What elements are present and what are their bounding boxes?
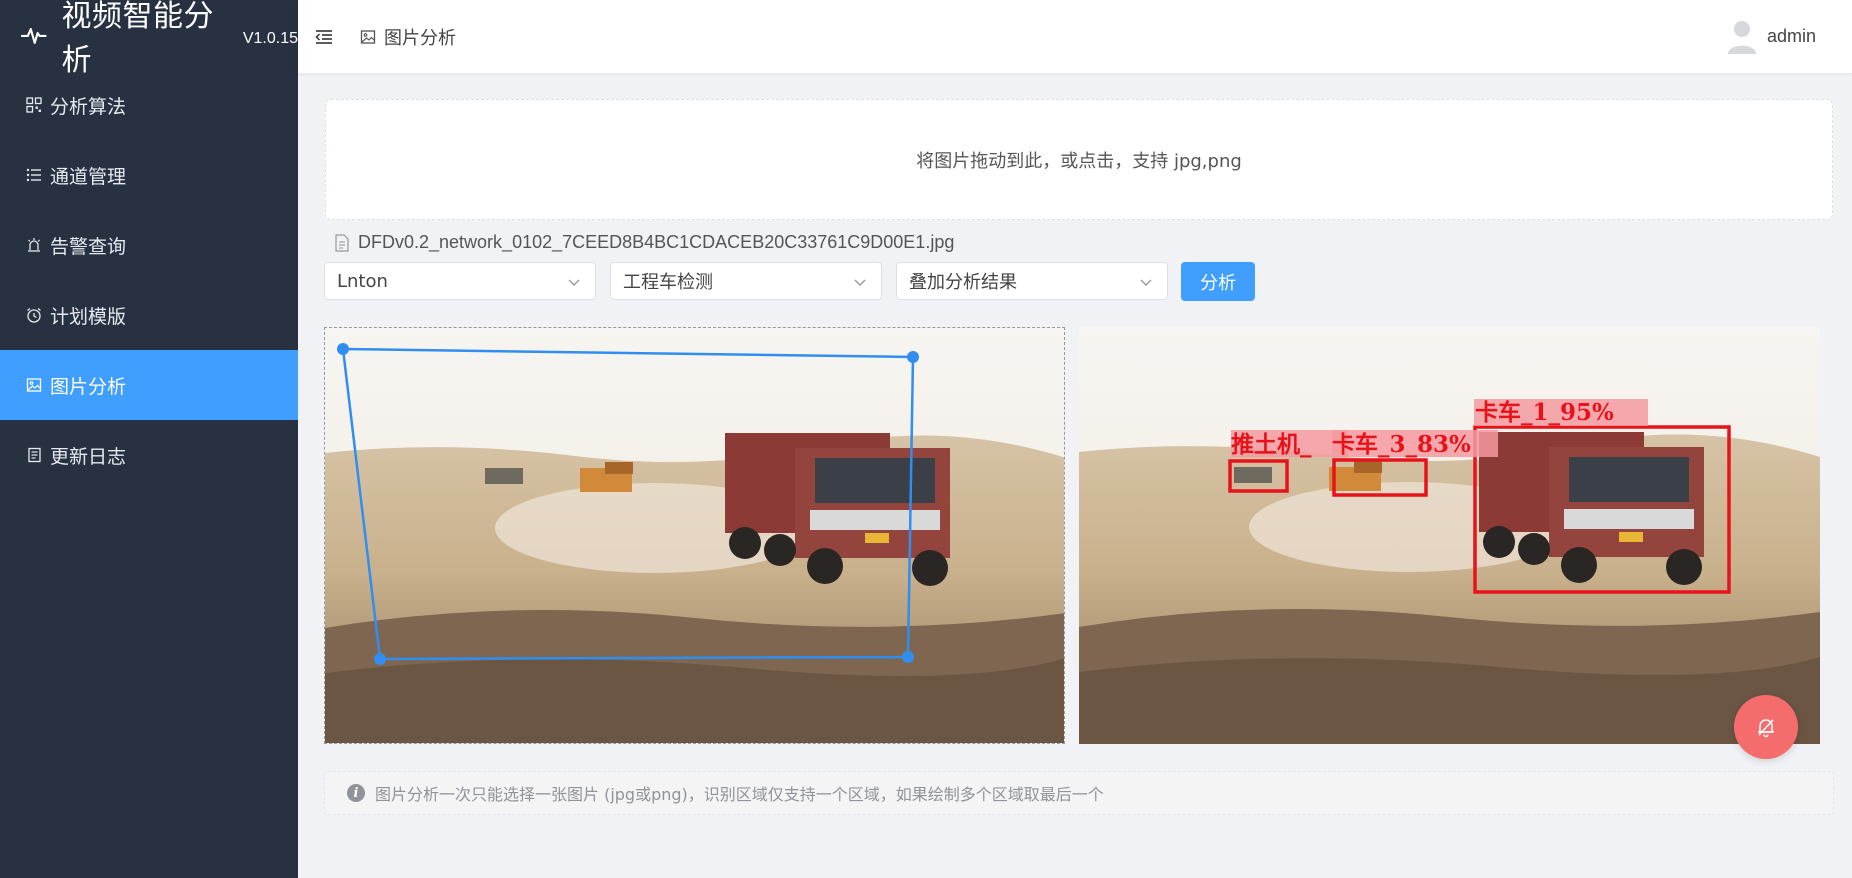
file-icon <box>335 233 349 252</box>
select-value: 叠加分析结果 <box>909 272 1017 293</box>
sidebar-item-algorithms[interactable]: 分析算法 <box>0 70 298 140</box>
info-tip: i 图片分析一次只能选择一张图片 (jpg或png)，识别区域仅支持一个区域，如… <box>324 771 1834 815</box>
sidebar-item-label: 通道管理 <box>50 165 127 188</box>
sidebar-item-image-analysis[interactable]: 图片分析 <box>0 350 298 420</box>
picture-icon <box>26 377 42 393</box>
sidebar-item-channels[interactable]: 通道管理 <box>0 140 298 210</box>
construction-site-photo <box>325 328 1064 743</box>
app-title: 视频智能分析 <box>61 0 214 78</box>
sidebar-item-alarms[interactable]: 告警查询 <box>0 210 298 280</box>
select-value: Lnton <box>337 270 388 292</box>
source-image-panel[interactable] <box>324 327 1065 744</box>
app-version: V1.0.15 <box>242 30 298 47</box>
pulse-icon <box>20 28 47 44</box>
user-menu[interactable]: admin <box>1725 18 1816 54</box>
bell-off-icon <box>1758 719 1774 738</box>
sidebar-item-label: 计划模版 <box>50 305 127 328</box>
file-name: DFDv0.2_network_0102_7CEED8B4BC1CDACEB20… <box>358 232 955 252</box>
sidebar-item-label: 分析算法 <box>50 95 127 118</box>
chevron-down-icon <box>1140 279 1152 286</box>
detection-label: 卡车_3_83% <box>1332 431 1471 458</box>
info-icon: i <box>347 784 365 802</box>
chevron-down-icon <box>854 279 866 286</box>
sidebar-item-label: 告警查询 <box>50 235 127 258</box>
sidebar-item-label: 图片分析 <box>50 375 127 398</box>
result-image-panel: 推土机_ 卡车_3_83% 卡车_1_95% <box>1079 327 1820 744</box>
analyze-button[interactable]: 分析 <box>1181 262 1255 301</box>
notification-float-button[interactable] <box>1734 695 1798 759</box>
breadcrumb: 图片分析 <box>360 24 456 50</box>
document-icon <box>26 447 42 463</box>
tip-text: 图片分析一次只能选择一张图片 (jpg或png)，识别区域仅支持一个区域，如果绘… <box>375 785 1104 804</box>
chevron-down-icon <box>568 279 580 286</box>
upload-hint: 将图片拖动到此，或点击，支持 jpg,png <box>916 150 1242 172</box>
detection-label: 推土机_ <box>1231 431 1312 458</box>
overlay-mode-select[interactable]: 叠加分析结果 <box>896 262 1168 300</box>
channel-select[interactable]: Lnton <box>324 262 596 300</box>
select-value: 工程车检测 <box>623 272 713 293</box>
sidebar-item-schedules[interactable]: 计划模版 <box>0 280 298 350</box>
algorithm-select[interactable]: 工程车检测 <box>610 262 882 300</box>
top-header: 图片分析 admin <box>298 0 1852 73</box>
grid-icon <box>26 97 42 113</box>
sidebar: 视频智能分析 V1.0.15 分析算法 通道管理 告警查询 计划模版 图片分析 … <box>0 0 298 878</box>
analysis-result-photo: 推土机_ 卡车_3_83% 卡车_1_95% <box>1079 327 1820 744</box>
clock-icon <box>26 307 42 323</box>
username: admin <box>1766 25 1816 46</box>
selected-file: DFDv0.2_network_0102_7CEED8B4BC1CDACEB20… <box>334 232 954 253</box>
sidebar-nav: 分析算法 通道管理 告警查询 计划模版 图片分析 更新日志 <box>0 70 298 490</box>
upload-dropzone[interactable]: 将图片拖动到此，或点击，支持 jpg,png <box>325 99 1833 220</box>
picture-icon <box>360 29 376 45</box>
menu-fold-icon[interactable] <box>314 27 334 47</box>
sidebar-item-label: 更新日志 <box>50 445 127 468</box>
sidebar-item-changelog[interactable]: 更新日志 <box>0 420 298 490</box>
alarm-icon <box>26 237 42 253</box>
list-icon <box>26 167 42 183</box>
avatar <box>1727 21 1756 54</box>
breadcrumb-label: 图片分析 <box>384 27 456 49</box>
detection-label: 卡车_1_95% <box>1475 399 1614 426</box>
brand: 视频智能分析 V1.0.15 <box>0 0 298 78</box>
